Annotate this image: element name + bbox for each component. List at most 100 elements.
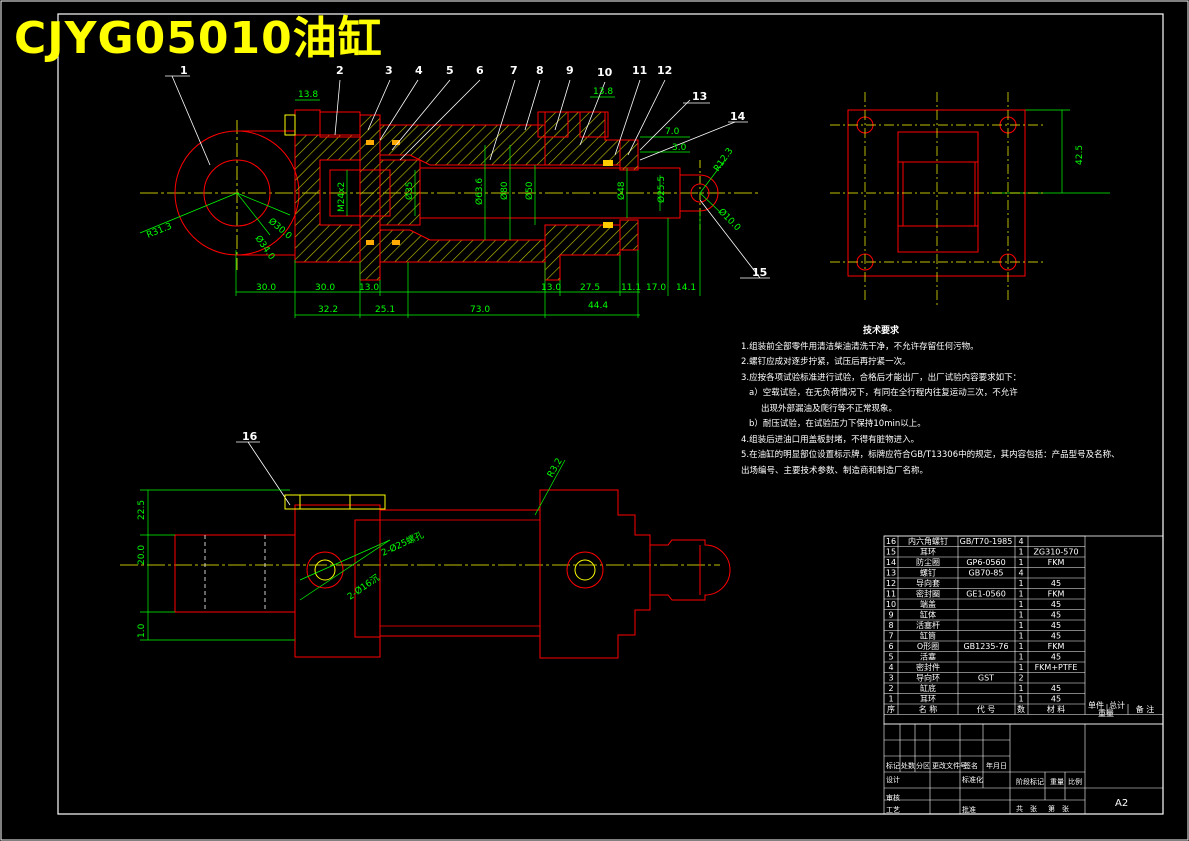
bom-row-material: FKM bbox=[1048, 590, 1065, 599]
dim-44-4: 44.4 bbox=[588, 301, 608, 311]
bom-row-qty: 1 bbox=[1018, 558, 1023, 567]
bom-row-no: 2 bbox=[888, 684, 893, 693]
dim-27-5: 27.5 bbox=[580, 283, 600, 293]
bom-row-no: 12 bbox=[886, 579, 896, 588]
bom-row-qty: 4 bbox=[1018, 537, 1023, 546]
bom-row-code: GP6-0560 bbox=[966, 558, 1005, 567]
bom-row-qty: 1 bbox=[1018, 611, 1023, 620]
tech-note-3a-cont: 出现外部漏油及爬行等不正常现象。 bbox=[761, 403, 898, 414]
bom-row-qty: 1 bbox=[1018, 548, 1023, 557]
bom-header-weight: 重量 bbox=[1098, 708, 1114, 718]
external-view-bottom bbox=[120, 489, 731, 659]
bom-row-no: 4 bbox=[888, 663, 893, 672]
bom-row-qty: 1 bbox=[1018, 653, 1023, 662]
dim-42-5: 42.5 bbox=[1075, 145, 1085, 165]
dim-7-0: 7.0 bbox=[665, 127, 680, 137]
dim-dia-25-5: Ø25.5 bbox=[656, 176, 667, 203]
bom-row-name: 导向环 bbox=[916, 673, 940, 683]
callout-11: 11 bbox=[632, 64, 647, 77]
dim-13-a: 13.0 bbox=[359, 283, 379, 293]
tech-note-3b: b）耐压试验，在试验压力下保持10min以上。 bbox=[749, 419, 926, 429]
dim-73-0: 73.0 bbox=[470, 305, 490, 315]
dim-17-0: 17.0 bbox=[646, 283, 666, 293]
tb-approve: 批准 bbox=[962, 805, 976, 814]
callout-13: 13 bbox=[692, 90, 707, 103]
bom-row-code: GE1-0560 bbox=[966, 590, 1006, 599]
sheet-size: A2 bbox=[1115, 798, 1128, 809]
tb-review: 审核 bbox=[886, 793, 900, 802]
bom-row-qty: 1 bbox=[1018, 663, 1023, 672]
bom-header-code: 代 号 bbox=[977, 704, 996, 714]
tb-sheets1: 张 bbox=[1030, 804, 1037, 813]
bom-row-material: 45 bbox=[1051, 684, 1061, 693]
dim-dia-34: Ø34.0 bbox=[253, 233, 278, 262]
dim-20-0: 20.0 bbox=[137, 545, 147, 565]
tb-zone: 分区 bbox=[916, 761, 930, 770]
bom-row-material: 45 bbox=[1051, 621, 1061, 630]
bom-row-material: FKM bbox=[1048, 642, 1065, 651]
bom-header-material: 材 料 bbox=[1047, 704, 1066, 714]
bom-row-name: 防尘圈 bbox=[916, 557, 940, 567]
dim-1-0: 1.0 bbox=[137, 623, 147, 638]
bom-row-code: GB1235-76 bbox=[963, 642, 1008, 651]
callout-7: 7 bbox=[510, 64, 518, 77]
dim-r12-3: R12.3 bbox=[712, 146, 735, 173]
drawing-title: CJYG05010油缸 bbox=[14, 13, 383, 64]
bom-row-no: 11 bbox=[886, 590, 896, 599]
dim-dia-35: Ø35 bbox=[404, 181, 415, 200]
bom-row-material: FKM+PTFE bbox=[1035, 663, 1078, 672]
tech-note-5: 5.在油缸的明显部位设置标示牌，标牌应符合GB/T13306中的规定，其内容包括… bbox=[741, 450, 1120, 460]
bom-row-name: 导向套 bbox=[916, 578, 940, 588]
bom-row-qty: 1 bbox=[1018, 600, 1023, 609]
bom-row-code: GB/T70-1985 bbox=[960, 537, 1013, 546]
dim-dia-50: Ø50 bbox=[524, 181, 535, 200]
dim-dia-80: Ø80 bbox=[499, 181, 510, 200]
dim-32-2: 32.2 bbox=[318, 305, 338, 315]
bom-row-qty: 2 bbox=[1018, 674, 1023, 683]
callout-3: 3 bbox=[385, 64, 393, 77]
bom-row-qty: 4 bbox=[1018, 569, 1023, 578]
callout-10: 10 bbox=[597, 66, 613, 79]
callout-1: 1 bbox=[180, 64, 188, 77]
bom-row-qty: 1 bbox=[1018, 590, 1023, 599]
dim-13-8-right: 13.8 bbox=[593, 87, 613, 97]
dim-m24: M24x2 bbox=[337, 182, 347, 212]
bom-row-no: 10 bbox=[886, 600, 896, 609]
bom-row-material: FKM bbox=[1048, 558, 1065, 567]
callout-5: 5 bbox=[446, 64, 454, 77]
bom-header-no: 序 bbox=[887, 704, 895, 714]
tb-sign: 签名 bbox=[964, 761, 978, 770]
bom-row-qty: 1 bbox=[1018, 684, 1023, 693]
dim-dia-48: Ø48 bbox=[616, 181, 627, 200]
bom-row-no: 8 bbox=[888, 621, 893, 630]
bom-row-name: 活塞 bbox=[920, 652, 936, 662]
tech-note-3a: a）空载试验，在无负荷情况下，有同在全行程内往复运动三次，不允许 bbox=[749, 388, 1018, 398]
dimensions-bottom bbox=[140, 459, 566, 641]
bom-row-code: GST bbox=[978, 674, 994, 683]
dim-r3-2: R3.2 bbox=[546, 457, 565, 480]
bom-row-name: 密封圈 bbox=[916, 589, 940, 599]
bom-row-no: 7 bbox=[888, 632, 893, 641]
callout-8: 8 bbox=[536, 64, 544, 77]
bom-row-no: 3 bbox=[888, 674, 893, 683]
bom-row-material: 45 bbox=[1051, 632, 1061, 641]
tb-standard: 标准化 bbox=[962, 775, 983, 784]
dim-texts-bottom: 22.5 20.0 1.0 R3.2 2-Ø25螺孔 2-Ø16沉 bbox=[137, 457, 565, 638]
bom-row-no: 13 bbox=[886, 569, 896, 578]
tb-total: 共 bbox=[1016, 804, 1023, 813]
callout-16: 16 bbox=[242, 430, 258, 443]
tb-process: 工艺 bbox=[886, 806, 900, 814]
dim-14-1: 14.1 bbox=[676, 283, 696, 293]
tb-weight: 重量 bbox=[1050, 778, 1064, 786]
bom-row-material: 45 bbox=[1051, 695, 1061, 704]
dim-22-5: 22.5 bbox=[137, 500, 147, 520]
bom-row-material: 45 bbox=[1051, 611, 1061, 620]
technical-requirements: 技术要求 1.组装前全部零件用清洁柴油清洗干净，不允许存留任何污物。 2.螺钉应… bbox=[741, 324, 1141, 479]
bom-row-name: 内六角螺钉 bbox=[908, 536, 948, 546]
bom-row-material: 45 bbox=[1051, 653, 1061, 662]
tech-note-1: 1.组装前全部零件用清洁柴油清洗干净，不允许存留任何污物。 bbox=[741, 341, 979, 352]
dim-30-b: 30.0 bbox=[315, 283, 335, 293]
tb-sheets2: 张 bbox=[1062, 804, 1069, 813]
bom-row-qty: 1 bbox=[1018, 621, 1023, 630]
callout-14: 14 bbox=[730, 110, 746, 123]
